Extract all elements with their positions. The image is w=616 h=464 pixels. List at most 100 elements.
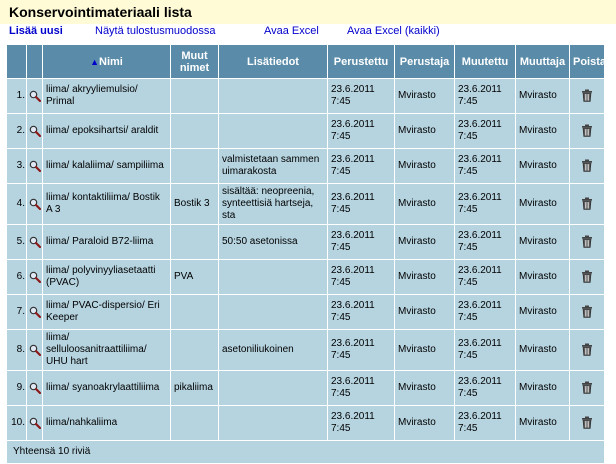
table-row: 3. liima/ kalaliima/ sampiliima valmiste… (7, 149, 605, 184)
creator-cell: Mvirasto (395, 184, 455, 225)
magnifier-icon[interactable] (29, 160, 41, 172)
name-cell: liima/ syanoakrylaattiliima (43, 371, 171, 406)
delete-cell (570, 225, 605, 260)
magnifier-icon[interactable] (29, 382, 41, 394)
row-number: 10. (7, 406, 27, 441)
modifier-cell: Mvirasto (516, 406, 570, 441)
magnifier-icon[interactable] (29, 125, 41, 137)
materials-table: ▲Nimi Muut nimet Lisätiedot Perustettu P… (6, 44, 605, 464)
magnifier-icon[interactable] (29, 306, 41, 318)
header-created[interactable]: Perustettu (328, 45, 395, 79)
table-row: 9. liima/ syanoakrylaattiliima pikaliima… (7, 371, 605, 406)
creator-cell: Mvirasto (395, 371, 455, 406)
modifier-cell: Mvirasto (516, 184, 570, 225)
modified-cell: 23.6.2011 7:45 (455, 79, 516, 114)
magnifier-icon[interactable] (29, 236, 41, 248)
view-cell (27, 114, 43, 149)
name-cell: liima/ akryyliemulsio/ Primal (43, 79, 171, 114)
open-excel-all-link[interactable]: Avaa Excel (kaikki) (347, 25, 440, 37)
sort-asc-icon: ▲ (90, 57, 99, 67)
magnifier-icon[interactable] (29, 271, 41, 283)
modifier-cell: Mvirasto (516, 330, 570, 371)
other-names-cell (171, 79, 219, 114)
other-names-cell (171, 225, 219, 260)
table-row: 6. liima/ polyvinyyliasetaatti (PVAC) PV… (7, 260, 605, 295)
other-names-cell (171, 149, 219, 184)
trash-icon[interactable] (581, 235, 593, 248)
row-count: Yhteensä 10 riviä (7, 441, 605, 464)
table-row: 10. liima/nahkaliima 23.6.2011 7:45 Mvir… (7, 406, 605, 441)
modified-cell: 23.6.2011 7:45 (455, 371, 516, 406)
magnifier-icon[interactable] (29, 90, 41, 102)
modifier-cell: Mvirasto (516, 149, 570, 184)
table-row: 7. liima/ PVAC-dispersio/ Eri Keeper 23.… (7, 295, 605, 330)
delete-cell (570, 406, 605, 441)
trash-icon[interactable] (581, 343, 593, 356)
modifier-cell: Mvirasto (516, 225, 570, 260)
other-names-cell (171, 330, 219, 371)
table-row: 1. liima/ akryyliemulsio/ Primal 23.6.20… (7, 79, 605, 114)
row-number: 3. (7, 149, 27, 184)
created-cell: 23.6.2011 7:45 (328, 184, 395, 225)
table-row: 5. liima/ Paraloid B72-liima 50:50 aseto… (7, 225, 605, 260)
header-other-names[interactable]: Muut nimet (171, 45, 219, 79)
row-number: 7. (7, 295, 27, 330)
info-cell: valmistetaan sammen uimarakosta (219, 149, 328, 184)
table-header-row: ▲Nimi Muut nimet Lisätiedot Perustettu P… (7, 45, 605, 79)
created-cell: 23.6.2011 7:45 (328, 371, 395, 406)
trash-icon[interactable] (581, 89, 593, 102)
creator-cell: Mvirasto (395, 406, 455, 441)
modified-cell: 23.6.2011 7:45 (455, 149, 516, 184)
created-cell: 23.6.2011 7:45 (328, 260, 395, 295)
modified-cell: 23.6.2011 7:45 (455, 225, 516, 260)
view-cell (27, 225, 43, 260)
delete-cell (570, 79, 605, 114)
delete-cell (570, 149, 605, 184)
header-num (7, 45, 27, 79)
row-number: 4. (7, 184, 27, 225)
other-names-cell: pikaliima (171, 371, 219, 406)
header-view (27, 45, 43, 79)
row-number: 8. (7, 330, 27, 371)
modified-cell: 23.6.2011 7:45 (455, 260, 516, 295)
trash-icon[interactable] (581, 124, 593, 137)
name-cell: liima/ selluloosanitraattiliima/ UHU har… (43, 330, 171, 371)
row-number: 6. (7, 260, 27, 295)
trash-icon[interactable] (581, 159, 593, 172)
trash-icon[interactable] (581, 197, 593, 210)
modifier-cell: Mvirasto (516, 371, 570, 406)
header-info[interactable]: Lisätiedot (219, 45, 328, 79)
name-cell: liima/ kalaliima/ sampiliima (43, 149, 171, 184)
table-row: 8. liima/ selluloosanitraattiliima/ UHU … (7, 330, 605, 371)
header-name[interactable]: ▲Nimi (43, 45, 171, 79)
header-modifier[interactable]: Muuttaja (516, 45, 570, 79)
info-cell (219, 371, 328, 406)
trash-icon[interactable] (581, 381, 593, 394)
other-names-cell (171, 114, 219, 149)
view-cell (27, 149, 43, 184)
header-modified[interactable]: Muutettu (455, 45, 516, 79)
delete-cell (570, 114, 605, 149)
table-row: 2. liima/ epoksihartsi/ araldit 23.6.201… (7, 114, 605, 149)
header-creator[interactable]: Perustaja (395, 45, 455, 79)
created-cell: 23.6.2011 7:45 (328, 114, 395, 149)
print-view-link[interactable]: Näytä tulostusmuodossa (95, 25, 215, 37)
view-cell (27, 79, 43, 114)
trash-icon[interactable] (581, 416, 593, 429)
magnifier-icon[interactable] (29, 417, 41, 429)
created-cell: 23.6.2011 7:45 (328, 330, 395, 371)
trash-icon[interactable] (581, 270, 593, 283)
created-cell: 23.6.2011 7:45 (328, 79, 395, 114)
open-excel-link[interactable]: Avaa Excel (264, 25, 319, 37)
view-cell (27, 295, 43, 330)
created-cell: 23.6.2011 7:45 (328, 149, 395, 184)
info-cell (219, 260, 328, 295)
name-cell: liima/ kontaktiliima/ Bostik A 3 (43, 184, 171, 225)
add-new-link[interactable]: Lisää uusi (9, 25, 63, 37)
view-cell (27, 184, 43, 225)
page-title: Konservointimateriaali lista (9, 4, 192, 20)
magnifier-icon[interactable] (29, 198, 41, 210)
magnifier-icon[interactable] (29, 344, 41, 356)
creator-cell: Mvirasto (395, 295, 455, 330)
trash-icon[interactable] (581, 305, 593, 318)
